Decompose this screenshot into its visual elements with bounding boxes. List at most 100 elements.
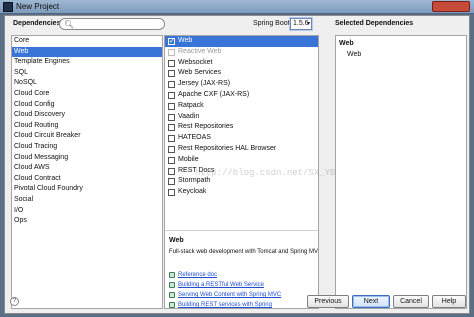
cancel-button-label: Cancel [400, 298, 422, 305]
category-item[interactable]: Cloud AWS [12, 163, 162, 174]
window-title: New Project [16, 2, 60, 11]
dependency-option: Reactive Web [165, 47, 318, 58]
category-item[interactable]: Cloud Circuit Breaker [12, 131, 162, 142]
guide-link-label: Building REST services with Spring [178, 302, 272, 308]
guide-link[interactable]: Serving Web Content with Spring MVC [169, 290, 314, 300]
external-link-icon [169, 282, 175, 288]
category-item[interactable]: I/O [12, 206, 162, 217]
category-item[interactable]: NoSQL [12, 78, 162, 89]
dependency-option-label: Rest Repositories [178, 123, 234, 131]
category-item[interactable]: Cloud Messaging [12, 153, 162, 164]
category-item[interactable]: Template Engines [12, 57, 162, 68]
category-item[interactable]: SQL [12, 68, 162, 79]
category-item[interactable]: Cloud Core [12, 89, 162, 100]
dependency-option[interactable]: Jersey (JAX-RS) [165, 79, 318, 90]
guide-link[interactable]: Reference doc [169, 270, 314, 280]
search-input[interactable] [74, 20, 162, 28]
description-title: Web [169, 237, 184, 244]
intellij-app-icon [3, 2, 13, 12]
selected-group-label: Web [339, 40, 354, 47]
guide-link[interactable]: Building a RESTful Web Service [169, 280, 314, 290]
dependency-option[interactable]: HATEOAS [165, 133, 318, 144]
checkbox-icon[interactable] [168, 81, 175, 89]
checkbox-icon[interactable] [168, 113, 175, 121]
search-icon: 🔍︎ [64, 20, 75, 29]
dependency-option-label: Jersey (JAX-RS) [178, 80, 231, 88]
dependency-option[interactable]: Rest Repositories HAL Browser [165, 144, 318, 155]
external-link-icon [169, 272, 175, 278]
category-item[interactable]: Ops [12, 216, 162, 227]
help-button[interactable]: Help [432, 295, 466, 308]
checkbox-icon[interactable] [168, 135, 175, 143]
dependency-option[interactable]: Mobile [165, 155, 318, 166]
dependency-option[interactable]: Websocket [165, 58, 318, 69]
external-link-icon [169, 302, 175, 308]
selected-dependency-item[interactable]: Web [336, 47, 466, 62]
dependency-description: Web Full-stack web development with Tomc… [165, 231, 318, 309]
search-field[interactable]: 🔍︎ [59, 18, 165, 30]
dependency-option-label: Web [178, 37, 193, 44]
category-item[interactable]: Core [12, 36, 162, 47]
previous-button-label: Previous [314, 298, 342, 305]
dependencies-label: Dependencies [13, 20, 61, 27]
dependency-option[interactable]: ✓ Web [165, 36, 318, 47]
checkbox-checked-icon[interactable]: ✓ [168, 38, 175, 45]
checkbox-icon[interactable] [168, 124, 175, 132]
previous-button[interactable]: Previous [307, 295, 349, 308]
category-item[interactable]: Cloud Routing [12, 121, 162, 132]
dependency-option-label: Websocket [178, 58, 213, 66]
next-button-label: Next [363, 298, 379, 305]
checkbox-icon[interactable] [168, 167, 175, 175]
category-item[interactable]: Cloud Contract [12, 174, 162, 185]
dependency-option-label: Apache CXF (JAX-RS) [178, 90, 250, 98]
guide-link-label: Serving Web Content with Spring MVC [178, 292, 282, 298]
window-close-button[interactable] [432, 1, 470, 12]
dependency-option-label: Mobile [178, 155, 199, 163]
checkbox-icon[interactable] [168, 178, 175, 186]
checkbox-icon[interactable] [168, 59, 175, 67]
dependency-option[interactable]: Ratpack [165, 101, 318, 112]
dependency-option-label: Rest Repositories HAL Browser [178, 144, 277, 152]
spring-boot-label: Spring Boot [253, 20, 290, 27]
checkbox-icon[interactable] [168, 102, 175, 110]
checkbox-icon[interactable] [168, 145, 175, 153]
checkbox-icon [168, 48, 175, 56]
checkbox-icon[interactable] [168, 91, 175, 99]
dependency-option[interactable]: Vaadin [165, 112, 318, 123]
guide-links: Reference doc Building a RESTful Web Serv… [169, 270, 314, 309]
selected-dependencies-list: Web Web [335, 35, 467, 309]
category-item[interactable]: Cloud Tracing [12, 142, 162, 153]
category-item[interactable]: Social [12, 195, 162, 206]
selected-dependencies-title: Selected Dependencies [335, 20, 414, 27]
dependency-option-label: HATEOAS [178, 134, 211, 142]
category-item[interactable]: Cloud Config [12, 100, 162, 111]
dependency-option[interactable]: Keycloak [165, 187, 318, 198]
dependency-option[interactable]: Web Services [165, 68, 318, 79]
category-item[interactable]: Cloud Discovery [12, 110, 162, 121]
dependency-option-label: Vaadin [178, 112, 200, 120]
dependency-option[interactable]: Rest Repositories [165, 122, 318, 133]
guide-link[interactable]: Building REST services with Spring [169, 300, 314, 309]
category-item[interactable]: Pivotal Cloud Foundry [12, 184, 162, 195]
external-link-icon [169, 292, 175, 298]
next-button[interactable]: Next [352, 295, 390, 308]
description-text: Full-stack web development with Tomcat a… [169, 249, 318, 255]
checkbox-icon[interactable] [168, 70, 175, 78]
cancel-button[interactable]: Cancel [393, 295, 429, 308]
dependency-checkbox-list[interactable]: ✓ Web Reactive Web Websocket Web Services Jer… [165, 36, 318, 230]
guide-link-label: Building a RESTful Web Service [178, 282, 264, 288]
spring-boot-version-select[interactable]: 1.5.6 ▾ [290, 18, 312, 30]
chevron-down-icon: ▾ [306, 21, 310, 27]
dependency-option-label: Stormpath [178, 177, 211, 185]
checkbox-icon[interactable] [168, 189, 175, 197]
dependency-option-label: Ratpack [178, 101, 204, 109]
title-bar: New Project [0, 0, 474, 14]
help-circle-icon[interactable]: ? [10, 297, 19, 306]
category-item[interactable]: Web [12, 46, 162, 58]
category-list[interactable]: Core Web Template Engines SQL NoSQL Cloud Cor… [11, 35, 163, 309]
watermark: http://blog.csdn.net/SX_YBYB [195, 168, 347, 178]
checkbox-icon[interactable] [168, 156, 175, 164]
new-project-dialog: Dependencies 🔍︎ Spring Boot 1.5.6 ▾ Core… [4, 15, 470, 314]
dependency-option-label: Keycloak [178, 188, 207, 196]
dependency-option[interactable]: Apache CXF (JAX-RS) [165, 90, 318, 101]
